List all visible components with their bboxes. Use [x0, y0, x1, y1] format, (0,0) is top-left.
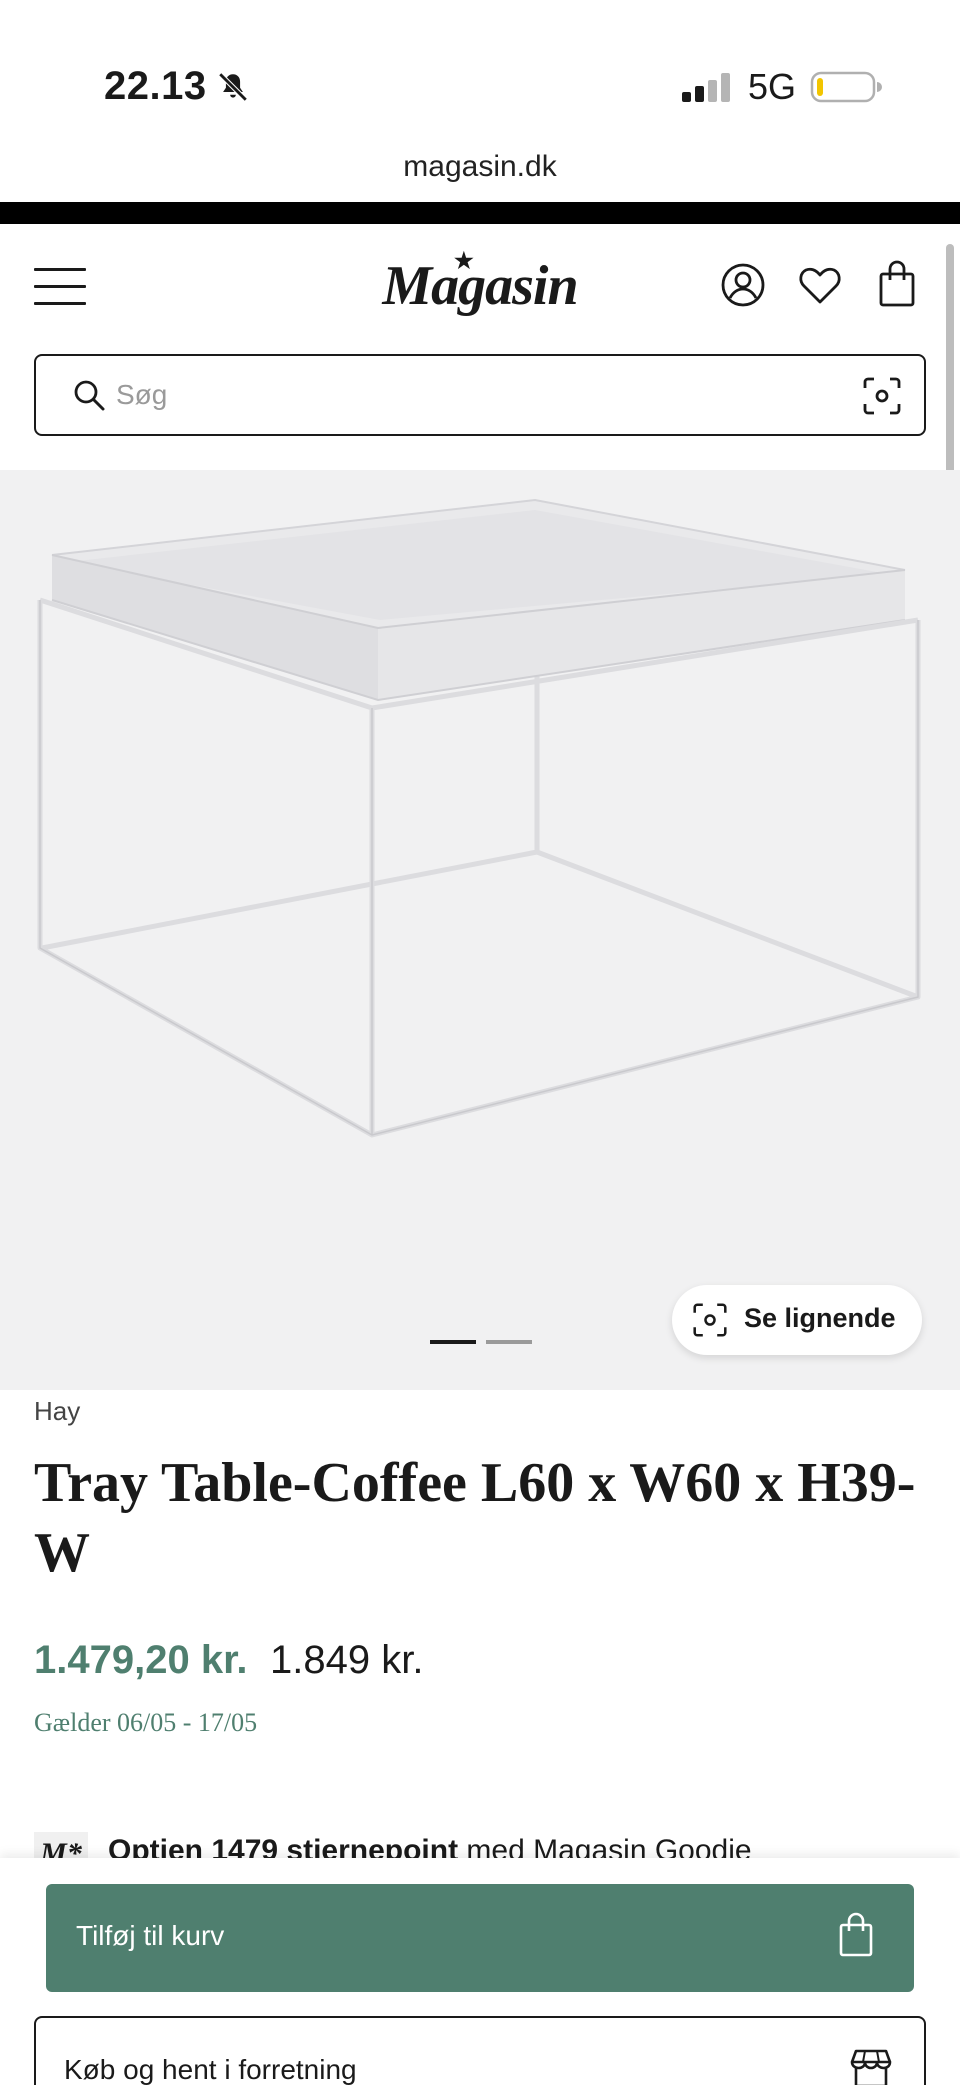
product-title: Tray Table-Coffee L60 x W60 x H39-W [34, 1452, 916, 1584]
product-gallery[interactable]: Se lignende [0, 470, 960, 1390]
original-price: 1.849 kr. [270, 1638, 424, 1682]
signal-icon [682, 73, 730, 102]
pagination-dot-1[interactable] [430, 1340, 476, 1344]
gallery-pagination [430, 1340, 534, 1346]
search-box [34, 354, 926, 436]
status-time: 22.13 [104, 64, 207, 108]
sticky-action-bar: Tilføj til kurv Køb og hent i forretning [0, 1858, 960, 2085]
store-icon [850, 2049, 892, 2085]
promo-band [0, 202, 960, 224]
logo[interactable]: Magasin ★ [380, 248, 580, 334]
price-row: 1.479,20 kr. 1.849 kr. [34, 1638, 423, 1688]
logo-star-icon: ★ [454, 248, 474, 273]
product-brand[interactable]: Hay [34, 1396, 80, 1427]
logo-text: Magasin [382, 255, 578, 317]
battery-icon [810, 71, 882, 103]
click-and-collect-button[interactable]: Køb og hent i forretning [34, 2016, 926, 2085]
see-similar-label: Se lignende [744, 1303, 896, 1333]
sale-price: 1.479,20 kr. [34, 1638, 248, 1682]
shopping-bag-icon [839, 1912, 873, 1957]
add-to-cart-button[interactable]: Tilføj til kurv [46, 1884, 914, 1992]
search-input[interactable] [116, 370, 796, 420]
url-label[interactable]: magasin.dk [0, 150, 960, 184]
search-icon [74, 380, 105, 411]
visual-search-icon[interactable] [862, 376, 902, 416]
product-image [37, 498, 921, 1138]
add-to-cart-label: Tilføj til kurv [76, 1920, 225, 1951]
see-similar-button[interactable]: Se lignende [672, 1285, 922, 1355]
bell-muted-icon [218, 72, 248, 102]
site-header: Magasin ★ [0, 224, 960, 470]
network-label: 5G [748, 66, 797, 107]
pagination-dot-2[interactable] [486, 1340, 532, 1344]
heart-icon[interactable] [798, 264, 842, 306]
visual-search-icon [693, 1303, 727, 1337]
hamburger-menu-icon[interactable] [34, 268, 86, 308]
offer-validity: Gælder 06/05 - 17/05 [34, 1708, 258, 1737]
status-bar: 22.13 5G magasin.dk [0, 0, 960, 183]
click-and-collect-label: Køb og hent i forretning [64, 2054, 357, 2085]
shopping-bag-icon[interactable] [878, 260, 916, 308]
account-icon[interactable] [720, 262, 766, 308]
